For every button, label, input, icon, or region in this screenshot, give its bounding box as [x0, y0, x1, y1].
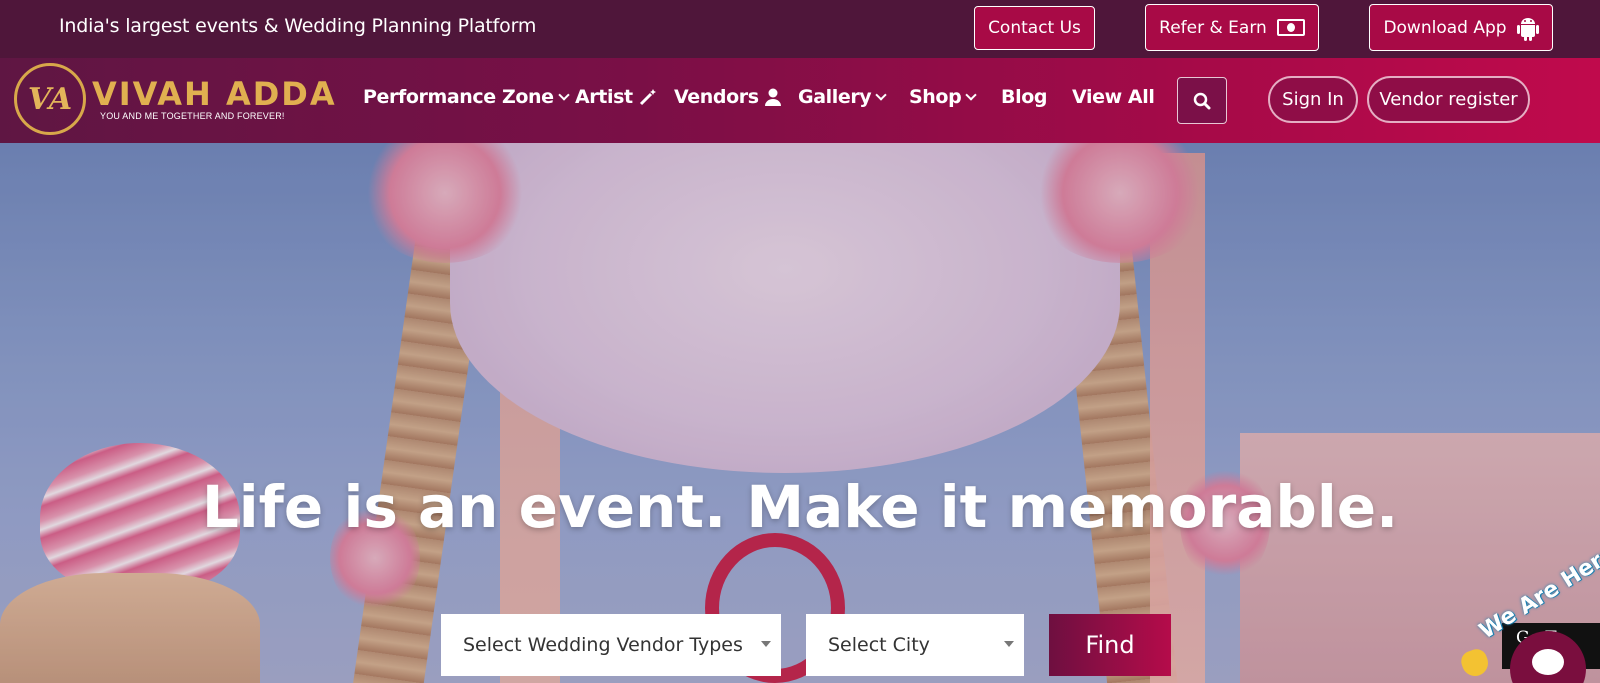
- search-icon: [1193, 92, 1211, 109]
- nav-gallery[interactable]: Gallery: [798, 86, 887, 108]
- logo-monogram: VA: [14, 63, 86, 135]
- vendor-type-select[interactable]: Select Wedding Vendor Types: [441, 614, 781, 676]
- nav-shop[interactable]: Shop: [909, 86, 977, 108]
- contact-us-label: Contact Us: [988, 18, 1081, 38]
- nav-view-all[interactable]: View All: [1072, 86, 1155, 108]
- find-button-label: Find: [1085, 631, 1135, 659]
- brand-tagline: YOU AND ME TOGETHER AND FOREVER!: [100, 111, 285, 121]
- platform-tagline: India's largest events & Wedding Plannin…: [59, 15, 537, 37]
- nav-view-all-label: View All: [1072, 86, 1155, 108]
- hero-overlay: [0, 143, 1600, 683]
- refer-earn-button[interactable]: Refer & Earn: [1145, 4, 1319, 51]
- search-button[interactable]: [1177, 77, 1227, 124]
- main-navbar: VA VIVAH ADDA YOU AND ME TOGETHER AND FO…: [0, 58, 1600, 143]
- find-button[interactable]: Find: [1049, 614, 1171, 676]
- sign-in-button[interactable]: Sign In: [1268, 76, 1358, 123]
- nav-vendors-label: Vendors: [674, 86, 759, 108]
- magic-wand-icon: [639, 89, 656, 106]
- nav-artist-label: Artist: [575, 86, 633, 108]
- nav-artist[interactable]: Artist: [575, 86, 657, 108]
- brand-logo[interactable]: VA VIVAH ADDA YOU AND ME TOGETHER AND FO…: [14, 63, 337, 135]
- android-icon: [1516, 17, 1539, 41]
- refer-earn-label: Refer & Earn: [1159, 17, 1267, 38]
- vendor-register-button[interactable]: Vendor register: [1367, 76, 1530, 123]
- top-bar: India's largest events & Wedding Plannin…: [0, 0, 1600, 58]
- chevron-down-icon: [557, 88, 570, 101]
- hero-banner: Life is an event. Make it memorable. Sel…: [0, 143, 1600, 683]
- nav-performance-zone-label: Performance Zone: [363, 86, 554, 108]
- vendor-type-select-value: Select Wedding Vendor Types: [463, 634, 743, 656]
- caret-down-icon: [1004, 641, 1014, 647]
- city-select-value: Select City: [828, 634, 930, 656]
- chevron-down-icon: [875, 88, 887, 101]
- caret-down-icon: [761, 641, 771, 647]
- user-icon: [764, 88, 781, 106]
- download-app-button[interactable]: Download App: [1369, 4, 1553, 51]
- nav-blog-label: Blog: [1001, 86, 1048, 108]
- hero-headline: Life is an event. Make it memorable.: [201, 473, 1399, 541]
- sign-in-label: Sign In: [1282, 89, 1344, 110]
- nav-performance-zone[interactable]: Performance Zone: [363, 86, 570, 108]
- brand-name: VIVAH ADDA: [92, 75, 337, 113]
- chevron-down-icon: [965, 88, 977, 101]
- nav-gallery-label: Gallery: [798, 86, 872, 108]
- nav-shop-label: Shop: [909, 86, 962, 108]
- download-app-label: Download App: [1383, 17, 1507, 38]
- nav-blog[interactable]: Blog: [1001, 86, 1047, 108]
- money-icon: [1276, 19, 1305, 36]
- city-select[interactable]: Select City: [806, 614, 1024, 676]
- vendor-register-label: Vendor register: [1379, 89, 1518, 110]
- nav-vendors[interactable]: Vendors: [674, 86, 781, 108]
- contact-us-button[interactable]: Contact Us: [974, 6, 1095, 50]
